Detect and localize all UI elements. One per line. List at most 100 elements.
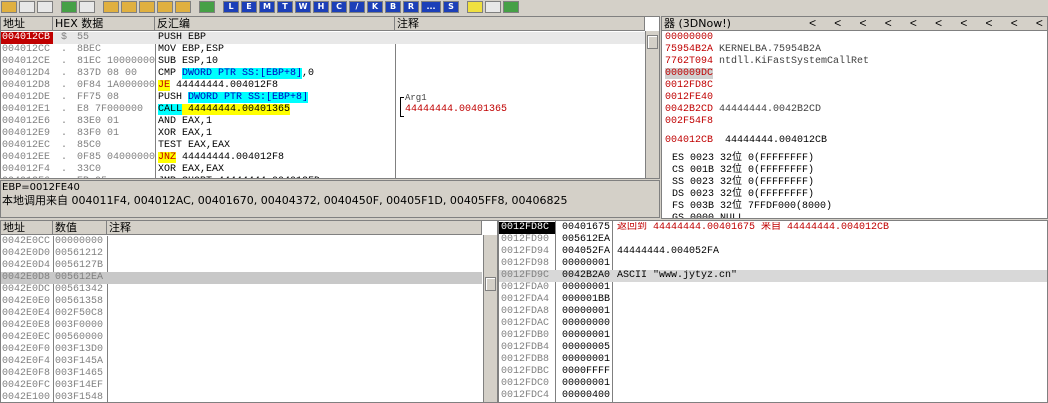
register-nav-arrow[interactable]: <	[985, 17, 992, 31]
column-header-address[interactable]: 地址	[1, 17, 53, 31]
segment-register-row[interactable]: DS 0023 32位 0(FFFFFFFF)	[672, 189, 814, 201]
disasm-row[interactable]: 004012F6. EB 05JMP SHORT 44444444.004012F…	[1, 176, 645, 178]
stack-row[interactable]: 0012FD9C 0042B2A0 ASCII "www.jytyz.cn"	[499, 270, 1047, 282]
breakpoints-window-button[interactable]: B	[385, 1, 401, 13]
call-stack-window-button[interactable]: K	[367, 1, 383, 13]
dump-row[interactable]: 0042E0E0 00561358	[1, 296, 482, 308]
dump-scrollbar[interactable]	[483, 235, 497, 402]
disassembly-scrollbar[interactable]	[645, 31, 659, 178]
dump-row[interactable]: 0042E0D4 0056127B	[1, 260, 482, 272]
memory-window-button[interactable]: M	[259, 1, 275, 13]
register-row[interactable]: 0042B2CD 44444444.0042B2CD	[665, 104, 821, 116]
register-nav-arrow[interactable]: <	[885, 17, 892, 31]
register-nav-arrow[interactable]: <	[859, 17, 866, 31]
step-over-icon[interactable]	[121, 1, 137, 13]
register-row[interactable]: 75954B2A KERNELBA.75954B2A	[665, 44, 821, 56]
register-nav-arrow[interactable]: <	[834, 17, 841, 31]
column-header-comment[interactable]: 注释	[395, 17, 645, 31]
stack-row[interactable]: 0012FDA8 00000001	[499, 306, 1047, 318]
register-row[interactable]: 0012FD8C	[665, 80, 719, 92]
register-nav-arrow[interactable]: <	[1011, 17, 1018, 31]
dump-row[interactable]: 0042E0F0 003F13D0	[1, 344, 482, 356]
column-header-hex[interactable]: HEX 数据	[53, 17, 155, 31]
restart-icon[interactable]	[19, 1, 35, 13]
dump-row[interactable]: 0042E0CC 00000000	[1, 236, 482, 248]
dump-row[interactable]: 0042E0EC 00560000	[1, 332, 482, 344]
register-row[interactable]: 7762T094 ntdll.KiFastSystemCallRet	[665, 56, 869, 68]
stack-row[interactable]: 0012FDBC 0000FFFF	[499, 366, 1047, 378]
disasm-row[interactable]: 004012D4. 837D 08 00 CMP DWORD PTR SS:[EBP…	[1, 68, 645, 80]
source-window-button[interactable]: S	[443, 1, 459, 13]
stack-row[interactable]: 0012FD90 005612EA	[499, 234, 1047, 246]
stack-row[interactable]: 0012FDA4 000001BB	[499, 294, 1047, 306]
dump-row[interactable]: 0042E0D8 005612EA	[1, 272, 482, 284]
disasm-row[interactable]: 004012F4. 33C0 XOR EAX,EAX	[1, 164, 645, 176]
stack-row[interactable]: 0012FDB8 00000001	[499, 354, 1047, 366]
references-window-button[interactable]: R	[403, 1, 419, 13]
register-row[interactable]: 000009DC	[665, 68, 719, 80]
modules-window-button[interactable]: E	[241, 1, 257, 13]
disasm-row[interactable]: 004012CB $55 PUSH EBP	[1, 32, 645, 44]
goto-icon[interactable]	[199, 1, 215, 13]
register-nav-arrow[interactable]: <	[960, 17, 967, 31]
open-icon[interactable]	[1, 1, 17, 13]
stack-row[interactable]: 0012FDB0 00000001	[499, 330, 1047, 342]
disasm-row[interactable]: 004012CE. 81EC 10000000 SUB ESP,10	[1, 56, 645, 68]
register-row[interactable]: 00000000	[665, 32, 719, 44]
disasm-row[interactable]: 004012E1. E8 7F000000 CALL 44444444.004013…	[1, 104, 645, 116]
run-trace-window-button[interactable]: ...	[421, 1, 441, 13]
dump-row[interactable]: 0042E0D0 00561212	[1, 248, 482, 260]
disasm-row[interactable]: 004012CC. 8BEC MOV EBP,ESP	[1, 44, 645, 56]
dump-row[interactable]: 0042E0F8 003F1465	[1, 368, 482, 380]
stack-row[interactable]: 0012FD98 00000001	[499, 258, 1047, 270]
step-into-icon[interactable]	[103, 1, 119, 13]
dump-row[interactable]: 0042E0E8 003F0000	[1, 320, 482, 332]
windows-window-button[interactable]: W	[295, 1, 311, 13]
close-icon[interactable]	[37, 1, 53, 13]
options-icon[interactable]	[467, 1, 483, 13]
disasm-row[interactable]: 004012EC. 85C0 TEST EAX,EAX	[1, 140, 645, 152]
stack-row[interactable]: 0012FDC0 00000001	[499, 378, 1047, 390]
dump-column-value[interactable]: 数值	[53, 221, 107, 235]
trace-into-icon[interactable]	[139, 1, 155, 13]
stack-row[interactable]: 0012FDC4 00000400	[499, 390, 1047, 402]
run-icon[interactable]	[61, 1, 77, 13]
registers-pane[interactable]: 器 (3DNow!) < < < < < < < < < < 00000000 75954B2A KE…	[661, 16, 1048, 219]
dump-row[interactable]: 0042E0F4 003F145A	[1, 356, 482, 368]
register-nav-arrow[interactable]: <	[1036, 17, 1043, 31]
cpu-window-button[interactable]: C	[331, 1, 347, 13]
memory-dump-pane[interactable]: 地址 数值 注释 0042E0CC 00000000 0042E0D0 0056121…	[0, 220, 498, 403]
patches-window-button[interactable]: /	[349, 1, 365, 13]
segment-register-row[interactable]: SS 0023 32位 0(FFFFFFFF)	[672, 177, 814, 189]
log-window-button[interactable]: L	[223, 1, 239, 13]
trace-over-icon[interactable]	[157, 1, 173, 13]
handles-window-button[interactable]: H	[313, 1, 329, 13]
register-row[interactable]: 0012FE40	[665, 92, 719, 104]
segment-register-row[interactable]: GS 0000 NULL	[672, 213, 744, 218]
stack-row[interactable]: 0012FDA0 00000001	[499, 282, 1047, 294]
dump-row[interactable]: 0042E0DC 00561342	[1, 284, 482, 296]
stack-row[interactable]: 0012FDAC 00000000	[499, 318, 1047, 330]
register-nav-arrow[interactable]: <	[910, 17, 917, 31]
stack-row[interactable]: 0012FD8C 00401675 返回到 44444444.00401675 来自…	[499, 222, 1047, 234]
disassembly-pane[interactable]: 地址 HEX 数据 反汇编 注释 004012CB $55 PUSH EBP 0040…	[0, 16, 660, 179]
threads-window-button[interactable]: T	[277, 1, 293, 13]
dump-column-address[interactable]: 地址	[1, 221, 53, 235]
pause-icon[interactable]	[79, 1, 95, 13]
register-nav-arrow[interactable]: <	[935, 17, 942, 31]
dump-row[interactable]: 0042E0FC 003F14EF	[1, 380, 482, 392]
execute-till-return-icon[interactable]	[175, 1, 191, 13]
dump-row[interactable]: 0042E0E4 002F50C8	[1, 308, 482, 320]
stack-row[interactable]: 0012FDB4 00000005	[499, 342, 1047, 354]
list-icon[interactable]	[485, 1, 501, 13]
dump-row[interactable]: 0042E100 003F1548	[1, 392, 482, 402]
help-icon[interactable]	[503, 1, 519, 13]
disasm-row[interactable]: 004012EE. 0F85 04000000 JNZ 44444444.00401…	[1, 152, 645, 164]
stack-pane[interactable]: 0012FD8C 00401675 返回到 44444444.00401675 来自…	[498, 220, 1048, 403]
stack-row[interactable]: 0012FD94 004052FA 44444444.004052FA	[499, 246, 1047, 258]
segment-register-row[interactable]: FS 003B 32位 7FFDF000(8000)	[672, 201, 832, 213]
column-header-disasm[interactable]: 反汇编	[155, 17, 395, 31]
segment-register-row[interactable]: CS 001B 32位 0(FFFFFFFF)	[672, 165, 814, 177]
segment-register-row[interactable]: ES 0023 32位 0(FFFFFFFF)	[672, 153, 814, 165]
disasm-row[interactable]: 004012E6. 83E0 01 AND EAX,1	[1, 116, 645, 128]
